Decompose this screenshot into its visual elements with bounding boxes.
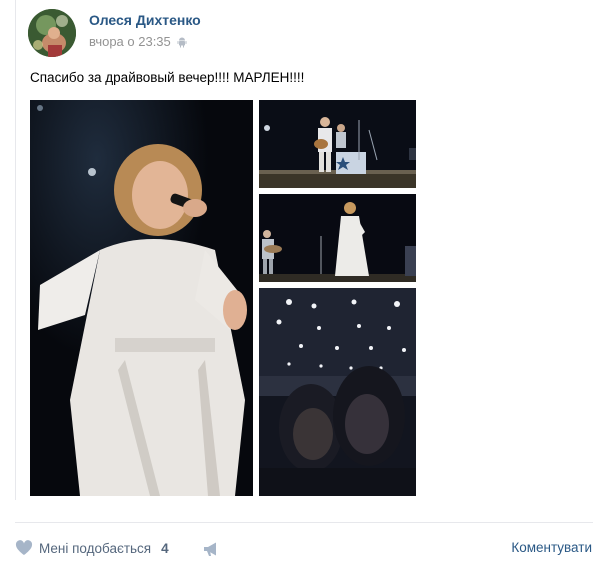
photo-image bbox=[259, 288, 416, 496]
megaphone-icon bbox=[204, 542, 216, 556]
post-text: Спасибо за драйвовый вечер!!!! МАРЛЕН!!!… bbox=[30, 70, 305, 85]
avatar[interactable] bbox=[28, 9, 76, 57]
like-button[interactable]: Мені подобається 4 bbox=[15, 540, 169, 556]
comment-button[interactable]: Коментувати bbox=[511, 540, 592, 555]
photo-image bbox=[259, 100, 416, 188]
heart-icon bbox=[15, 540, 33, 555]
photo-singer-full[interactable] bbox=[259, 194, 416, 282]
photo-hall-selfie[interactable] bbox=[259, 288, 416, 496]
photo-image bbox=[30, 100, 253, 496]
post-card: Олеся Дихтенко вчора о 23:35 Спасибо за … bbox=[0, 0, 614, 577]
post-time[interactable]: вчора о 23:35 bbox=[89, 34, 171, 49]
share-button[interactable] bbox=[202, 541, 220, 562]
android-icon bbox=[177, 37, 187, 47]
like-count: 4 bbox=[161, 540, 169, 556]
footer-divider bbox=[15, 522, 593, 523]
post-meta: вчора о 23:35 bbox=[89, 34, 188, 49]
author-name[interactable]: Олеся Дихтенко bbox=[89, 12, 201, 28]
photo-image bbox=[259, 194, 416, 282]
like-label: Мені подобається bbox=[39, 540, 152, 556]
photo-singer-closeup[interactable] bbox=[30, 100, 253, 496]
post-left-rule bbox=[15, 0, 16, 500]
photo-band-stage[interactable] bbox=[259, 100, 416, 188]
avatar-image bbox=[28, 9, 76, 57]
